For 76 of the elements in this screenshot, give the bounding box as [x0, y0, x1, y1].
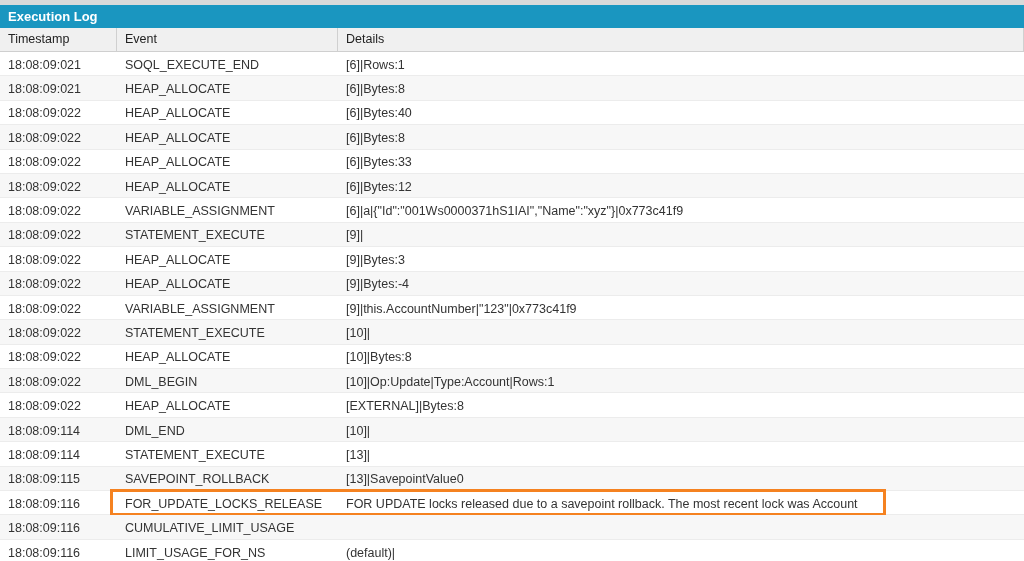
table-cell: (default)|	[346, 545, 396, 560]
table-row[interactable]: 18:08:09:022 STATEMENT_EXECUTE [9]|	[0, 222, 1024, 248]
table-cell: 18:08:09:114	[8, 447, 81, 462]
table-cell: 18:08:09:116	[8, 496, 81, 511]
panel-title: Execution Log	[8, 7, 98, 26]
table-cell: DML_BEGIN	[125, 374, 198, 389]
table-cell: 18:08:09:022	[8, 399, 81, 414]
table-row[interactable]: 18:08:09:114 DML_END [10]|	[0, 417, 1024, 443]
table-cell: [9]|Bytes:3	[346, 252, 405, 267]
table-row[interactable]: 18:08:09:116 FOR_UPDATE_LOCKS_RELEASE FOR UPDATE locks released due to a savepoint rollback. The most recent lock was Account	[0, 491, 1024, 516]
column-header[interactable]: Timestamp	[0, 28, 117, 51]
table-cell: [13]|	[346, 447, 371, 462]
table-cell: HEAP_ALLOCATE	[125, 350, 231, 365]
table-cell: [6]|Bytes:8	[346, 130, 405, 145]
table-cell: 18:08:09:022	[8, 326, 81, 340]
table-cell: FOR UPDATE locks released due to a savepoint rollback. The most recent lock was Account	[346, 496, 858, 511]
table-cell: 18:08:09:115	[8, 472, 81, 487]
table-cell: 18:08:09:021	[8, 57, 81, 72]
table-cell: [13]|SavepointValue0	[346, 472, 464, 487]
table-cell: 18:08:09:022	[8, 155, 81, 170]
table-cell: STATEMENT_EXECUTE	[125, 326, 265, 340]
table-row[interactable]: 18:08:09:022 HEAP_ALLOCATE [6]|Bytes:12	[0, 173, 1024, 199]
table-cell: HEAP_ALLOCATE	[125, 106, 231, 121]
table-cell: 18:08:09:116	[8, 521, 81, 536]
table-cell: 18:08:09:022	[8, 130, 81, 145]
table-cell: HEAP_ALLOCATE	[125, 82, 231, 97]
table-cell: SAVEPOINT_ROLLBACK	[125, 472, 270, 487]
table-cell: HEAP_ALLOCATE	[125, 130, 231, 145]
table-cell: 18:08:09:022	[8, 301, 81, 316]
table-cell: [6]|Bytes:33	[346, 155, 412, 170]
table-cell: HEAP_ALLOCATE	[125, 399, 231, 414]
table-cell: [6]|Rows:1	[346, 57, 405, 72]
table-cell: CUMULATIVE_LIMIT_USAGE	[125, 521, 295, 536]
table-cell: LIMIT_USAGE_FOR_NS	[125, 545, 266, 560]
table-cell: HEAP_ALLOCATE	[125, 155, 231, 170]
table-cell: [10]|Op:Update|Type:Account|Rows:1	[346, 374, 555, 389]
table-cell: HEAP_ALLOCATE	[125, 252, 231, 267]
table-row[interactable]: 18:08:09:022 STATEMENT_EXECUTE [10]|	[0, 320, 1024, 345]
table-cell: [10]|	[346, 423, 371, 438]
table-cell: 18:08:09:022	[8, 252, 81, 267]
table-cell: [EXTERNAL]|Bytes:8	[346, 399, 464, 414]
table-row[interactable]: 18:08:09:022 HEAP_ALLOCATE [9]|Bytes:-4	[0, 271, 1024, 296]
table-cell: [9]|Bytes:-4	[346, 277, 409, 292]
table-cell: 18:08:09:116	[8, 545, 81, 560]
table-cell: 18:08:09:022	[8, 204, 81, 219]
table-cell: 18:08:09:022	[8, 106, 81, 121]
table-row[interactable]: 18:08:09:021 HEAP_ALLOCATE [6]|Bytes:8	[0, 76, 1024, 101]
table-cell: FOR_UPDATE_LOCKS_RELEASE	[125, 496, 323, 511]
table-cell: 18:08:09:022	[8, 179, 81, 194]
table-cell: [10]|	[346, 326, 371, 340]
table-cell: VARIABLE_ASSIGNMENT	[125, 301, 275, 316]
table-cell: [6]|Bytes:12	[346, 179, 412, 194]
table-cell: 18:08:09:021	[8, 82, 81, 97]
table-cell: HEAP_ALLOCATE	[125, 277, 231, 292]
table-cell: 18:08:09:022	[8, 277, 81, 292]
table-cell: [6]|a|{"Id":"001Ws0000371hS1IAI","Name":"xyz"}|0x773c41f9	[346, 204, 684, 219]
table-row[interactable]: 18:08:09:116 CUMULATIVE_LIMIT_USAGE	[0, 515, 1024, 540]
table-cell: [6]|Bytes:40	[346, 106, 412, 121]
table-cell: [6]|Bytes:8	[346, 82, 405, 97]
table-cell: VARIABLE_ASSIGNMENT	[125, 204, 275, 219]
table-cell: 18:08:09:114	[8, 423, 81, 438]
table-cell: DML_END	[125, 423, 185, 438]
table-cell: 18:08:09:022	[8, 350, 81, 365]
table-cell: [10]|Bytes:8	[346, 350, 412, 365]
table-cell: HEAP_ALLOCATE	[125, 179, 231, 194]
table-cell: 18:08:09:022	[8, 228, 81, 243]
table-row[interactable]: 18:08:09:022 DML_BEGIN [10]|Op:Update|Type:Account|Rows:1	[0, 369, 1024, 394]
table-cell: STATEMENT_EXECUTE	[125, 228, 265, 243]
table-cell: STATEMENT_EXECUTE	[125, 447, 265, 462]
table-cell: [9]|this.AccountNumber|"123"|0x773c41f9	[346, 301, 577, 316]
table-cell: [9]|	[346, 228, 364, 243]
column-header[interactable]: Details	[338, 28, 1024, 51]
table-cell: SOQL_EXECUTE_END	[125, 57, 260, 72]
table-row[interactable]: 18:08:09:022 HEAP_ALLOCATE [6]|Bytes:8	[0, 125, 1024, 150]
column-header[interactable]: Event	[117, 28, 338, 51]
table-cell: 18:08:09:022	[8, 374, 81, 389]
